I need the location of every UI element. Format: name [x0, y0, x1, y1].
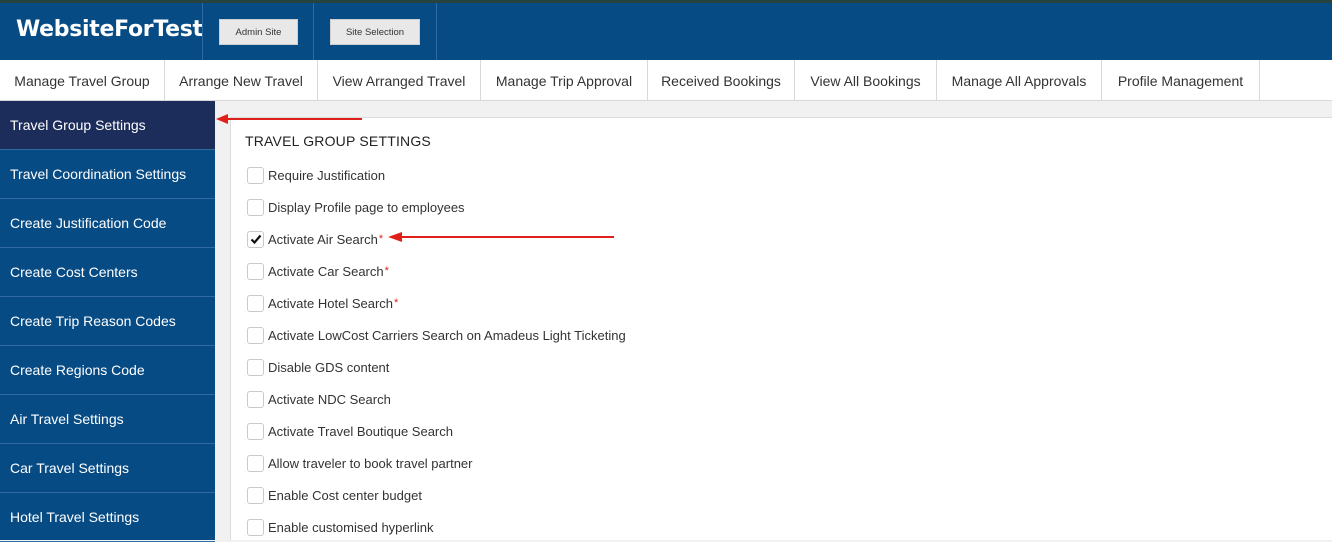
nav-arrange-new-travel[interactable]: Arrange New Travel [165, 60, 318, 101]
option-activate-hotel-search[interactable]: Activate Hotel Search * [247, 293, 398, 313]
option-activate-lowcost-carriers[interactable]: Activate LowCost Carriers Search on Amad… [247, 325, 626, 345]
checkbox[interactable] [247, 262, 264, 280]
option-label: Activate Hotel Search [268, 295, 394, 311]
sidebar-item-air-travel-settings[interactable]: Air Travel Settings [0, 395, 215, 444]
admin-site-button[interactable]: Admin Site [219, 19, 298, 45]
section-title: TRAVEL GROUP SETTINGS [245, 133, 431, 149]
required-mark: * [384, 265, 389, 277]
option-label: Enable customised hyperlink [268, 519, 434, 535]
brand-title: WebsiteForTest [16, 17, 203, 42]
sidebar-item-create-cost-centers[interactable]: Create Cost Centers [0, 248, 215, 297]
option-enable-customised-hyperlink[interactable]: Enable customised hyperlink [247, 517, 433, 537]
checkbox[interactable] [247, 326, 264, 344]
sidebar-item-hotel-travel-settings[interactable]: Hotel Travel Settings [0, 493, 215, 542]
sidebar-item-car-travel-settings[interactable]: Car Travel Settings [0, 444, 215, 493]
checkmark-icon [250, 234, 261, 245]
main-nav: Manage Travel Group Arrange New Travel V… [0, 60, 1332, 101]
sidebar: Travel Group Settings Travel Coordinatio… [0, 101, 215, 542]
header-divider [436, 3, 437, 60]
nav-received-bookings[interactable]: Received Bookings [648, 60, 795, 101]
option-display-profile-page[interactable]: Display Profile page to employees [247, 197, 465, 217]
option-activate-ndc-search[interactable]: Activate NDC Search [247, 389, 391, 409]
nav-manage-all-approvals[interactable]: Manage All Approvals [937, 60, 1102, 101]
checkbox[interactable] [247, 390, 264, 408]
checkbox[interactable] [247, 486, 264, 504]
option-label: Display Profile page to employees [268, 199, 465, 215]
option-activate-car-search[interactable]: Activate Car Search * [247, 261, 389, 281]
option-label: Activate NDC Search [268, 391, 391, 407]
header-divider [202, 3, 203, 60]
site-selection-button[interactable]: Site Selection [330, 19, 420, 45]
settings-panel: TRAVEL GROUP SETTINGS Require Justificat… [230, 117, 1332, 540]
option-activate-travel-boutique[interactable]: Activate Travel Boutique Search [247, 421, 453, 441]
nav-profile-management[interactable]: Profile Management [1102, 60, 1260, 101]
checkbox[interactable] [247, 294, 264, 312]
checkbox-checked[interactable] [247, 230, 264, 248]
checkbox[interactable] [247, 166, 264, 184]
checkbox[interactable] [247, 422, 264, 440]
checkbox[interactable] [247, 358, 264, 376]
nav-manage-travel-group[interactable]: Manage Travel Group [0, 60, 165, 101]
option-label: Activate Car Search [268, 263, 384, 279]
required-mark: * [394, 297, 399, 309]
checkbox[interactable] [247, 518, 264, 536]
option-label: Disable GDS content [268, 359, 390, 375]
header-divider [313, 3, 314, 60]
option-enable-cost-center-budget[interactable]: Enable Cost center budget [247, 485, 422, 505]
checkbox[interactable] [247, 454, 264, 472]
sidebar-item-travel-group-settings[interactable]: Travel Group Settings [0, 101, 215, 150]
top-header: WebsiteForTest Admin Site Site Selection [0, 0, 1332, 60]
option-label: Activate Travel Boutique Search [268, 423, 453, 439]
sidebar-item-create-justification-code[interactable]: Create Justification Code [0, 199, 215, 248]
option-label: Require Justification [268, 167, 386, 183]
option-activate-air-search[interactable]: Activate Air Search * [247, 229, 383, 249]
option-label: Activate Air Search [268, 231, 378, 247]
option-disable-gds-content[interactable]: Disable GDS content [247, 357, 389, 377]
nav-manage-trip-approval[interactable]: Manage Trip Approval [481, 60, 648, 101]
option-label: Allow traveler to book travel partner [268, 455, 473, 471]
sidebar-item-create-trip-reason-codes[interactable]: Create Trip Reason Codes [0, 297, 215, 346]
option-label: Enable Cost center budget [268, 487, 422, 503]
nav-view-arranged-travel[interactable]: View Arranged Travel [318, 60, 481, 101]
option-label: Activate LowCost Carriers Search on Amad… [268, 327, 626, 343]
required-mark: * [378, 233, 384, 245]
checkbox[interactable] [247, 198, 264, 216]
sidebar-item-travel-coordination-settings[interactable]: Travel Coordination Settings [0, 150, 215, 199]
sidebar-item-create-regions-code[interactable]: Create Regions Code [0, 346, 215, 395]
option-allow-travel-partner[interactable]: Allow traveler to book travel partner [247, 453, 472, 473]
option-require-justification[interactable]: Require Justification [247, 165, 385, 185]
nav-view-all-bookings[interactable]: View All Bookings [795, 60, 937, 101]
